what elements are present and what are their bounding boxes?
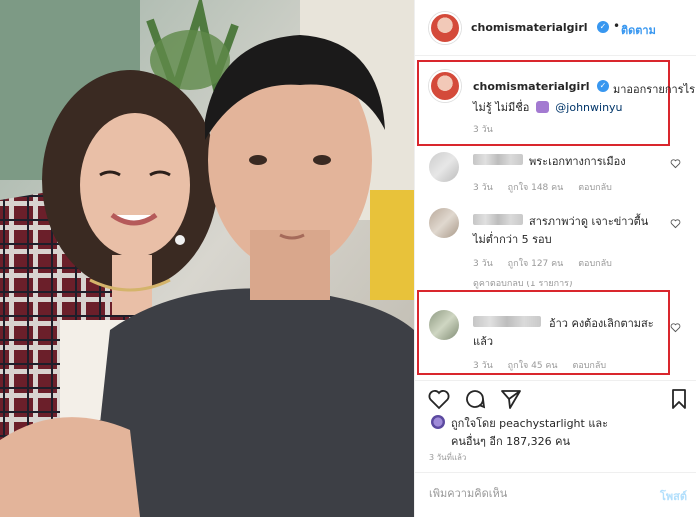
like-heart-icon[interactable]: [427, 387, 451, 411]
comment-item: พระเอกทางการเมือง 3 วัน ถูกใจ 148 คน ตอบ…: [415, 148, 696, 196]
comment-text: สารภาพว่าดู เจาะข่าวตื้น: [529, 215, 649, 228]
caption-time[interactable]: 3 วัน: [473, 122, 493, 136]
bookmark-icon[interactable]: [667, 387, 691, 411]
verified-badge-icon: ✓: [597, 21, 609, 33]
commenter-avatar[interactable]: [429, 310, 459, 340]
likes-line-1[interactable]: ถูกใจโดย peachystarlight และ: [451, 414, 608, 432]
likes-line-2[interactable]: คนอื่นๆ อีก 187,326 คน: [451, 432, 570, 450]
add-comment-input[interactable]: [429, 487, 629, 500]
commenter-avatar[interactable]: [429, 152, 459, 182]
separator-dot: •: [613, 19, 621, 33]
verified-badge-icon: ✓: [597, 80, 609, 92]
heart-icon[interactable]: [670, 218, 681, 229]
reply-button[interactable]: ตอบกลับ: [572, 361, 606, 371]
caption-highlight: chomismaterialgirl ✓ มาออกรายการไร ไม่รู…: [417, 60, 695, 146]
comment-meta: 3 วัน ถูกใจ 45 คน ตอบกลับ: [473, 358, 618, 372]
commenter-username-blurred[interactable]: [473, 154, 523, 165]
emoji-icon: [535, 101, 549, 113]
photo-illustration: [0, 0, 414, 517]
follow-button[interactable]: ติดตาม: [621, 21, 656, 39]
caption-text-2: ไม่รู้ ไม่มีชื่อ: [473, 101, 530, 114]
reply-button[interactable]: ตอบกลับ: [578, 259, 612, 269]
commenter-avatar[interactable]: [429, 208, 459, 238]
author-avatar[interactable]: [429, 12, 461, 44]
view-replies-link[interactable]: ดูคำตอบกลับ (1 รายการ): [473, 281, 673, 289]
comment-time[interactable]: 3 วัน: [473, 183, 493, 193]
comment-text: พระเอกทางการเมือง: [529, 155, 626, 168]
add-comment-row: โพสต์: [415, 472, 696, 517]
comment-likes[interactable]: ถูกใจ 45 คน: [508, 361, 558, 371]
caption-line-2: ไม่รู้ ไม่มีชื่อ @johnwinyu: [473, 98, 623, 116]
caption-username[interactable]: chomismaterialgirl: [473, 80, 590, 93]
comment-meta: 3 วัน ถูกใจ 127 คน ตอบกลับ: [473, 256, 624, 270]
share-send-icon[interactable]: [499, 387, 523, 411]
author-username[interactable]: chomismaterialgirl: [471, 21, 588, 34]
post-timestamp[interactable]: 3 วันที่แล้ว: [429, 451, 466, 464]
reply-button[interactable]: ตอบกลับ: [578, 183, 612, 193]
comment-text-2: แล้ว: [473, 335, 494, 348]
post-panel: chomismaterialgirl ✓ • ติดตาม chomismate…: [414, 0, 696, 517]
comment-item: สารภาพว่าดู เจาะข่าวตื้น ไม่ต่ำกว่า 5 รอ…: [415, 204, 696, 274]
comment-text-2: ไม่ต่ำกว่า 5 รอบ: [473, 233, 552, 246]
caption-avatar[interactable]: [429, 70, 461, 102]
post-header: chomismaterialgirl ✓ • ติดตาม: [415, 0, 696, 56]
post-photo[interactable]: [0, 0, 414, 517]
comment-likes[interactable]: ถูกใจ 148 คน: [508, 183, 564, 193]
comment-bubble-icon[interactable]: [463, 387, 487, 411]
caption-mention-link[interactable]: @johnwinyu: [555, 101, 622, 114]
heart-icon[interactable]: [670, 322, 681, 333]
caption-text: มาออกรายการไร: [613, 83, 696, 96]
commenter-username-blurred[interactable]: [473, 214, 523, 225]
comment-item: อ้าว คงต้องเลิกตามสะ แล้ว 3 วัน ถูกใจ 45…: [415, 306, 696, 372]
comment-likes[interactable]: ถูกใจ 127 คน: [508, 259, 564, 269]
heart-icon[interactable]: [670, 158, 681, 169]
commenter-username-blurred[interactable]: [473, 316, 541, 327]
post-comment-button[interactable]: โพสต์: [660, 487, 687, 505]
action-bar: [415, 380, 696, 416]
comment-text: อ้าว คงต้องเลิกตามสะ: [549, 317, 654, 330]
comment-time[interactable]: 3 วัน: [473, 361, 493, 371]
liker-avatar[interactable]: [431, 415, 445, 429]
comment-meta: 3 วัน ถูกใจ 148 คน ตอบกลับ: [473, 180, 624, 194]
comment-time[interactable]: 3 วัน: [473, 259, 493, 269]
